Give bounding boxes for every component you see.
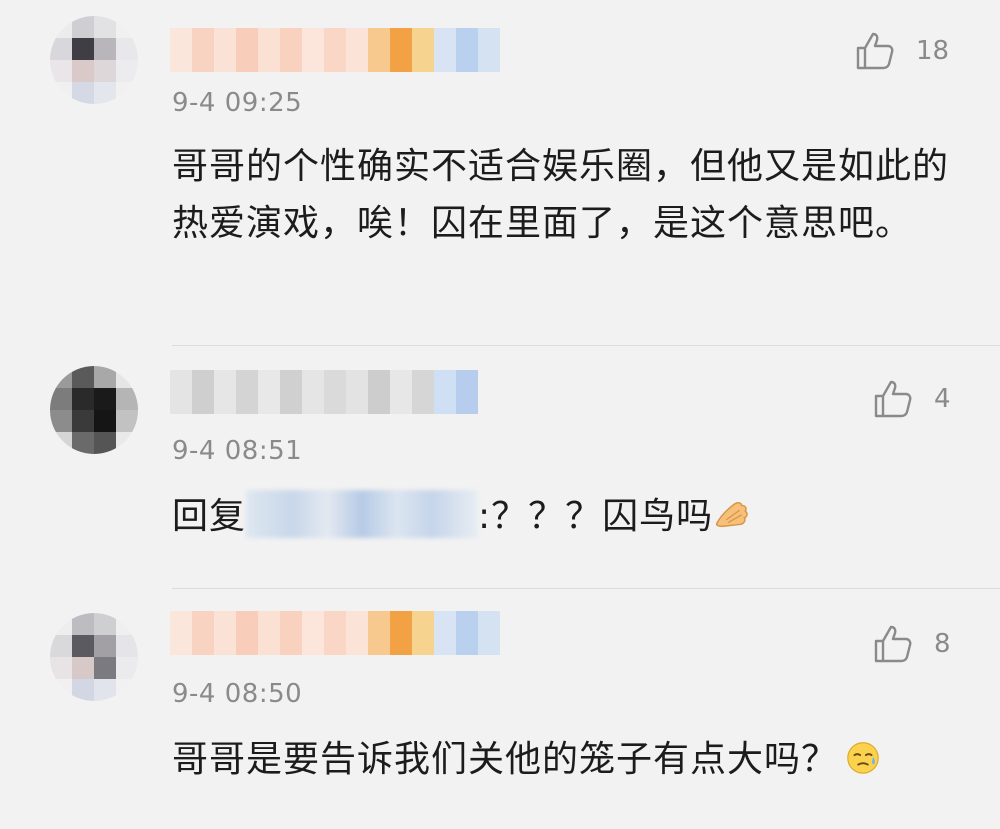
username-blurred[interactable]: [170, 611, 500, 655]
username-blurred[interactable]: [170, 28, 500, 72]
reply-prefix: 回复: [172, 496, 247, 537]
like-count: 8: [934, 629, 951, 659]
comment-time: 9-4 08:51: [172, 436, 303, 466]
comment-time: 9-4 09:25: [172, 88, 303, 118]
comment-text: 哥哥的个性确实不适合娱乐圈，但他又是如此的热爱演戏，唉！囚在里面了，是这个意思吧…: [172, 146, 950, 244]
like-count: 4: [934, 384, 951, 414]
pressed-hands-emoji: [716, 502, 748, 528]
comment-text: 回复 :？？？囚鸟吗: [172, 488, 962, 545]
thumbs-up-icon: [874, 625, 912, 663]
thumbs-up-icon: [874, 380, 912, 418]
reply-target-blurred[interactable]: [246, 490, 479, 538]
comment-item: 9-4 08:50 8 哥哥是要告诉我们关他的笼子有点大吗？: [0, 589, 1000, 829]
comment-item: 9-4 08:51 4 回复 :？？？囚鸟吗: [0, 346, 1000, 586]
comment-text: 哥哥是要告诉我们关他的笼子有点大吗？: [172, 731, 962, 788]
reply-text: :？？？囚鸟吗: [478, 496, 714, 537]
like-button[interactable]: 8: [872, 623, 951, 665]
avatar[interactable]: [50, 366, 138, 454]
comment-text-content: 哥哥是要告诉我们关他的笼子有点大吗？: [172, 739, 839, 780]
comment-time: 9-4 08:50: [172, 679, 303, 709]
comment-item: 9-4 09:25 18 哥哥的个性确实不适合娱乐圈，但他又是如此的热爱演戏，唉…: [0, 0, 1000, 340]
avatar[interactable]: [50, 613, 138, 701]
sweat-face-emoji: [847, 742, 879, 774]
avatar[interactable]: [50, 16, 138, 104]
like-button[interactable]: 18: [854, 30, 949, 72]
like-count: 18: [916, 36, 950, 66]
username-blurred[interactable]: [170, 370, 478, 414]
thumbs-up-icon: [856, 32, 894, 70]
like-button[interactable]: 4: [872, 378, 951, 420]
